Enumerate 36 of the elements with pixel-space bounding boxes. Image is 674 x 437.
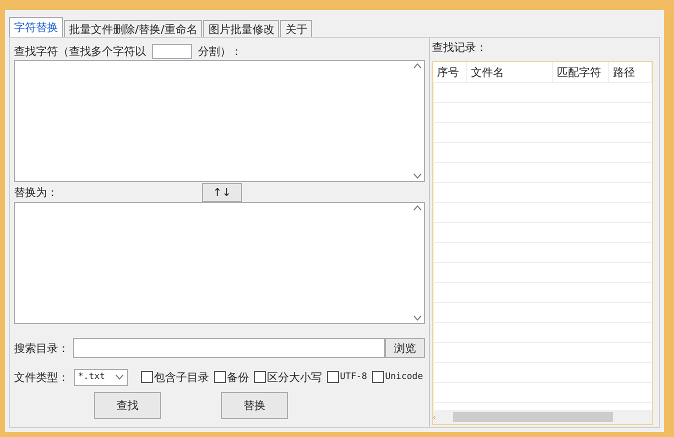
action-button[interactable]: 查找 bbox=[94, 392, 161, 419]
tab[interactable]: 关于 bbox=[280, 20, 312, 37]
checkbox[interactable] bbox=[214, 371, 226, 383]
option-label: 区分大小写 bbox=[267, 370, 322, 384]
tab[interactable]: 批量文件删除/替换/重命名 bbox=[64, 20, 202, 37]
swap-button[interactable]: ↑↓ bbox=[202, 182, 242, 202]
replace-label: 替换为： bbox=[14, 184, 59, 200]
column-header: 路径 bbox=[609, 62, 652, 82]
checkbox[interactable] bbox=[141, 371, 153, 383]
scroll-down-icon[interactable] bbox=[412, 173, 422, 179]
checkbox[interactable] bbox=[327, 371, 339, 383]
option-label: UTF-8 bbox=[340, 372, 368, 382]
browse-button[interactable]: 浏览 bbox=[385, 338, 425, 358]
option-label: 包含子目录 bbox=[154, 370, 209, 384]
file-type-dropdown[interactable]: *.txt bbox=[74, 368, 128, 386]
scroll-down-icon[interactable] bbox=[412, 315, 422, 321]
column-header: 匹配字符 bbox=[553, 62, 609, 82]
find-label: 分割）： bbox=[198, 44, 242, 58]
separator-field[interactable] bbox=[152, 44, 192, 58]
option-label: 备份 bbox=[227, 370, 249, 384]
horizontal-scrollbar[interactable] bbox=[433, 410, 652, 424]
scroll-up-icon[interactable] bbox=[412, 205, 422, 211]
checkbox[interactable] bbox=[372, 371, 384, 383]
directory-field[interactable] bbox=[73, 338, 385, 358]
option-label: Unicode bbox=[385, 372, 424, 382]
tab[interactable]: 字符替换 bbox=[9, 17, 63, 37]
scroll-up-icon[interactable] bbox=[412, 63, 422, 69]
checkbox[interactable] bbox=[254, 371, 266, 383]
column-header: 序号 bbox=[433, 62, 467, 82]
file-type-label: 文件类型： bbox=[14, 370, 69, 384]
column-header: 文件名 bbox=[467, 62, 553, 82]
action-button[interactable]: 替换 bbox=[221, 392, 288, 419]
tab[interactable]: 图片批量修改 bbox=[203, 20, 280, 37]
results-label: 查找记录： bbox=[432, 40, 488, 55]
search-dir-label: 搜索目录： bbox=[14, 340, 69, 356]
find-label: 查找字符（查找多个字符以 bbox=[14, 44, 146, 58]
